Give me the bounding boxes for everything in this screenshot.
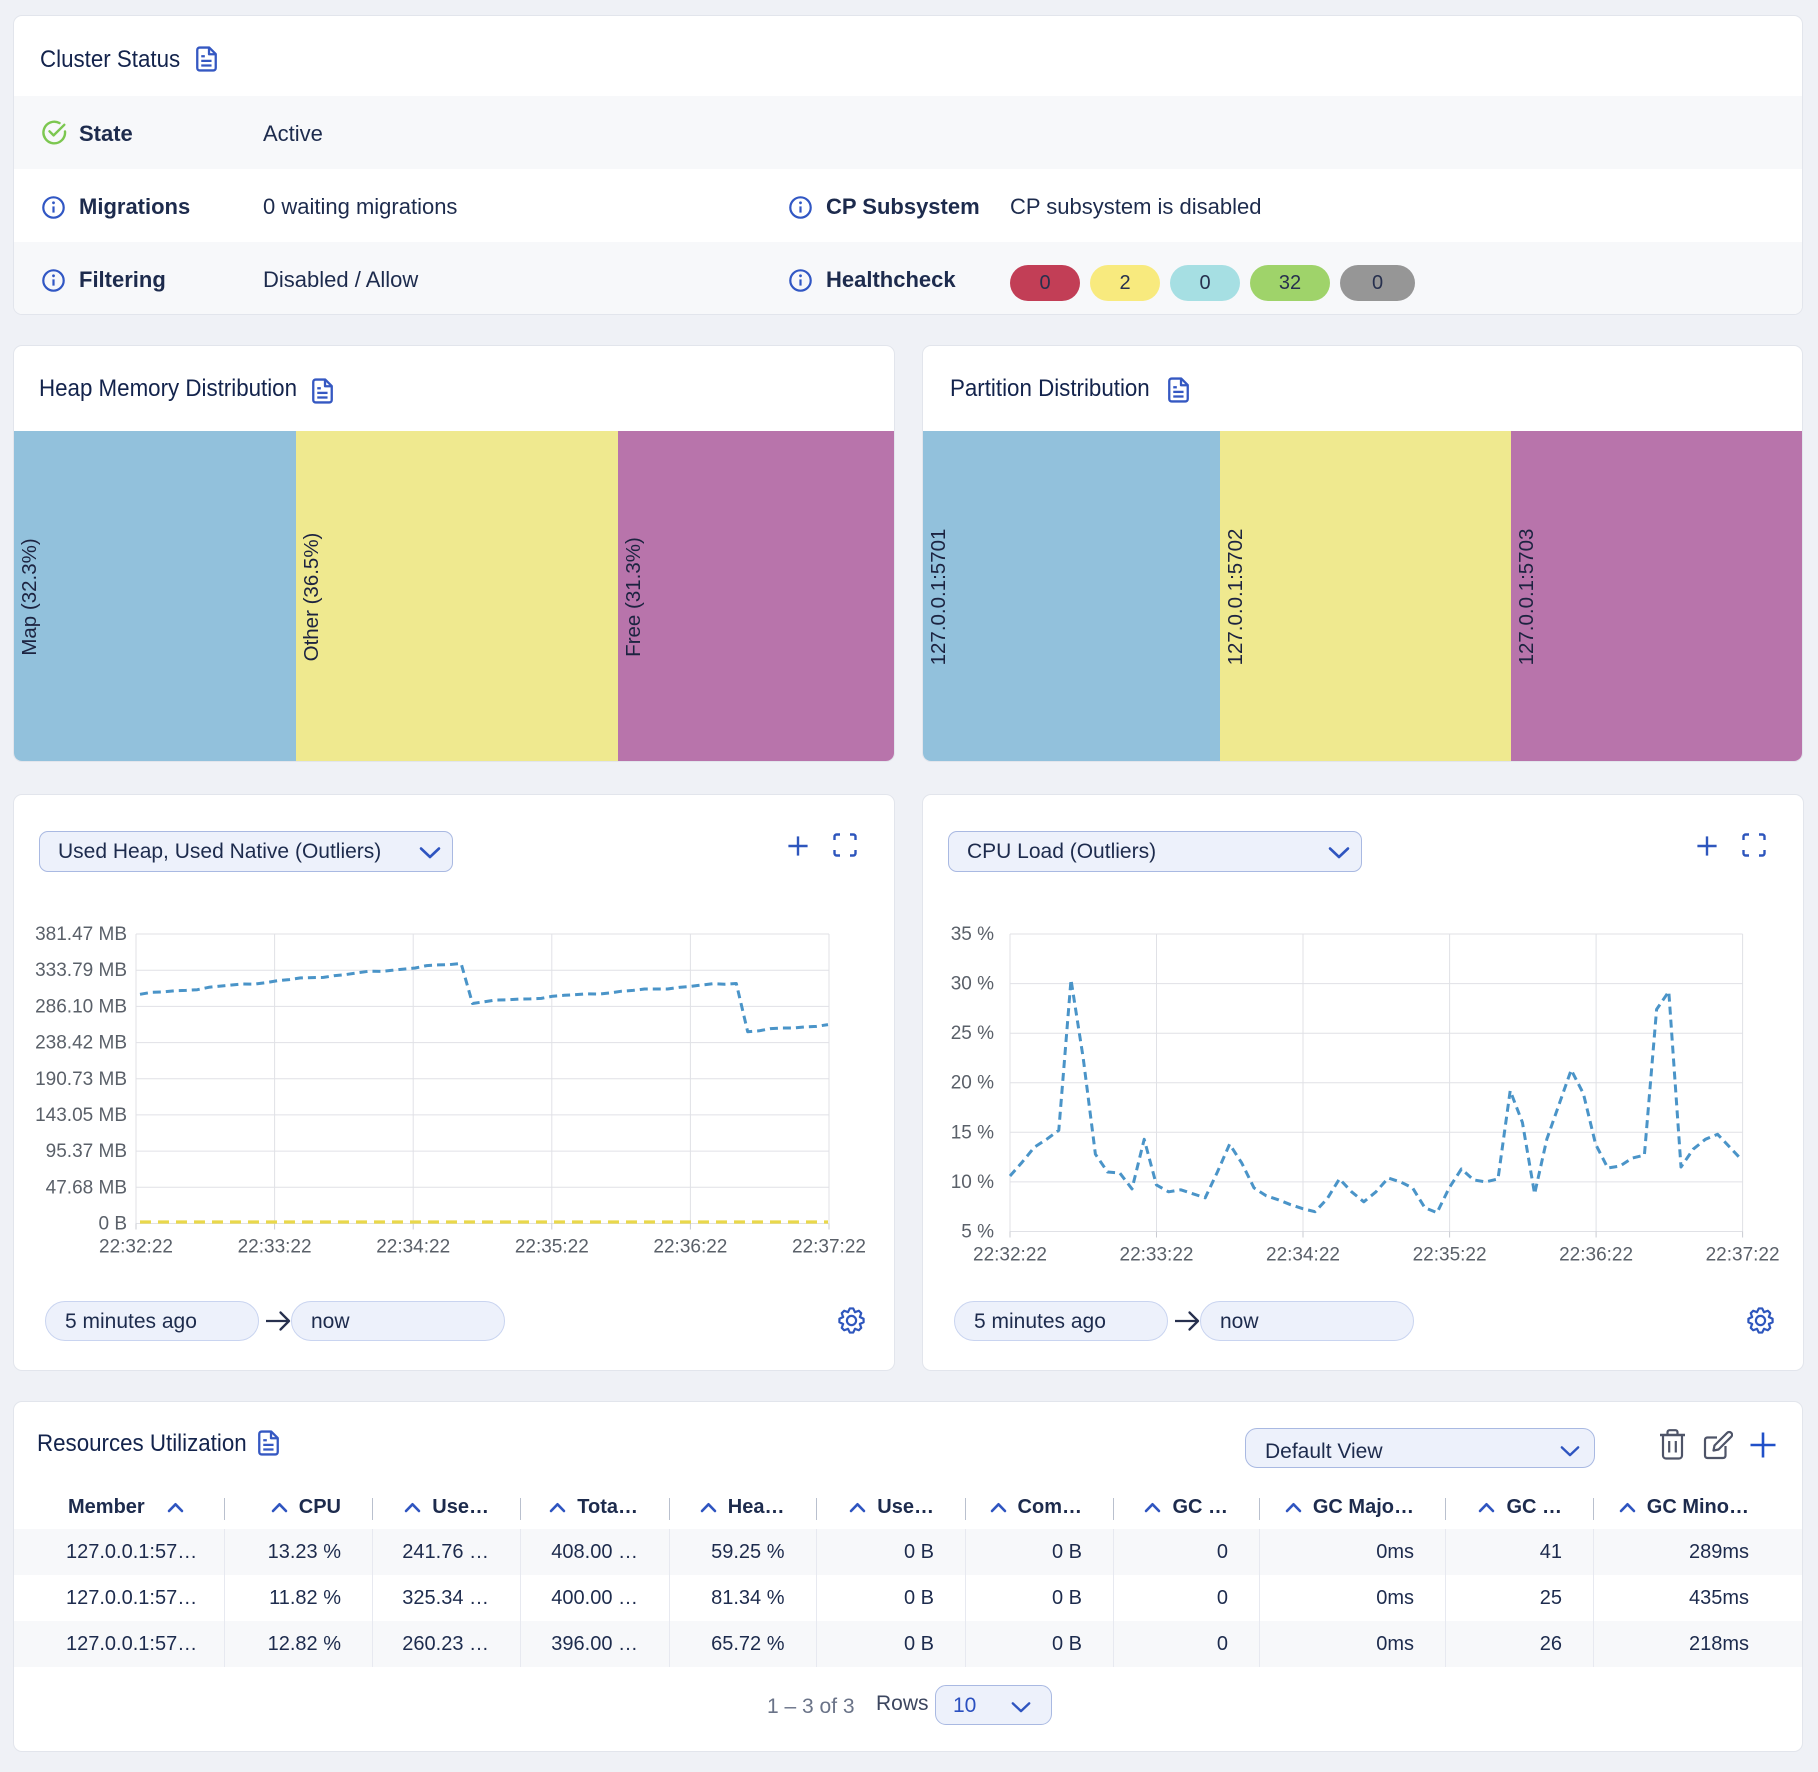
- svg-text:Other (36.5%): Other (36.5%): [300, 533, 323, 662]
- svg-text:22:32:22: 22:32:22: [973, 1245, 1047, 1266]
- svg-text:143.05 MB: 143.05 MB: [35, 1105, 127, 1126]
- svg-text:22:37:22: 22:37:22: [792, 1237, 866, 1258]
- svg-text:10 %: 10 %: [951, 1172, 994, 1193]
- svg-text:5 %: 5 %: [961, 1222, 994, 1243]
- svg-text:20 %: 20 %: [951, 1073, 994, 1094]
- svg-text:22:32:22: 22:32:22: [99, 1237, 173, 1258]
- svg-text:22:35:22: 22:35:22: [1413, 1245, 1487, 1266]
- svg-text:95.37 MB: 95.37 MB: [46, 1141, 127, 1162]
- svg-text:22:37:22: 22:37:22: [1706, 1245, 1780, 1266]
- svg-text:35 %: 35 %: [951, 924, 994, 945]
- svg-text:127.0.0.1:5701: 127.0.0.1:5701: [927, 529, 950, 666]
- svg-text:190.73 MB: 190.73 MB: [35, 1069, 127, 1090]
- svg-text:22:33:22: 22:33:22: [238, 1237, 312, 1258]
- svg-text:381.47 MB: 381.47 MB: [35, 924, 127, 945]
- svg-text:286.10 MB: 286.10 MB: [35, 996, 127, 1017]
- svg-text:22:34:22: 22:34:22: [1266, 1245, 1340, 1266]
- svg-text:0 B: 0 B: [98, 1214, 127, 1235]
- svg-text:Free (31.3%): Free (31.3%): [622, 537, 645, 657]
- svg-text:22:33:22: 22:33:22: [1120, 1245, 1194, 1266]
- svg-text:30 %: 30 %: [951, 974, 994, 995]
- svg-text:238.42 MB: 238.42 MB: [35, 1033, 127, 1054]
- svg-text:127.0.0.1:5702: 127.0.0.1:5702: [1224, 529, 1247, 666]
- svg-text:22:35:22: 22:35:22: [515, 1237, 589, 1258]
- svg-text:127.0.0.1:5703: 127.0.0.1:5703: [1515, 529, 1538, 666]
- svg-text:Map (32.3%): Map (32.3%): [18, 538, 41, 655]
- svg-text:333.79 MB: 333.79 MB: [35, 960, 127, 981]
- svg-text:47.68 MB: 47.68 MB: [46, 1177, 127, 1198]
- svg-text:22:36:22: 22:36:22: [653, 1237, 727, 1258]
- svg-text:22:34:22: 22:34:22: [376, 1237, 450, 1258]
- svg-text:22:36:22: 22:36:22: [1559, 1245, 1633, 1266]
- svg-text:15 %: 15 %: [951, 1122, 994, 1143]
- svg-text:25 %: 25 %: [951, 1023, 994, 1044]
